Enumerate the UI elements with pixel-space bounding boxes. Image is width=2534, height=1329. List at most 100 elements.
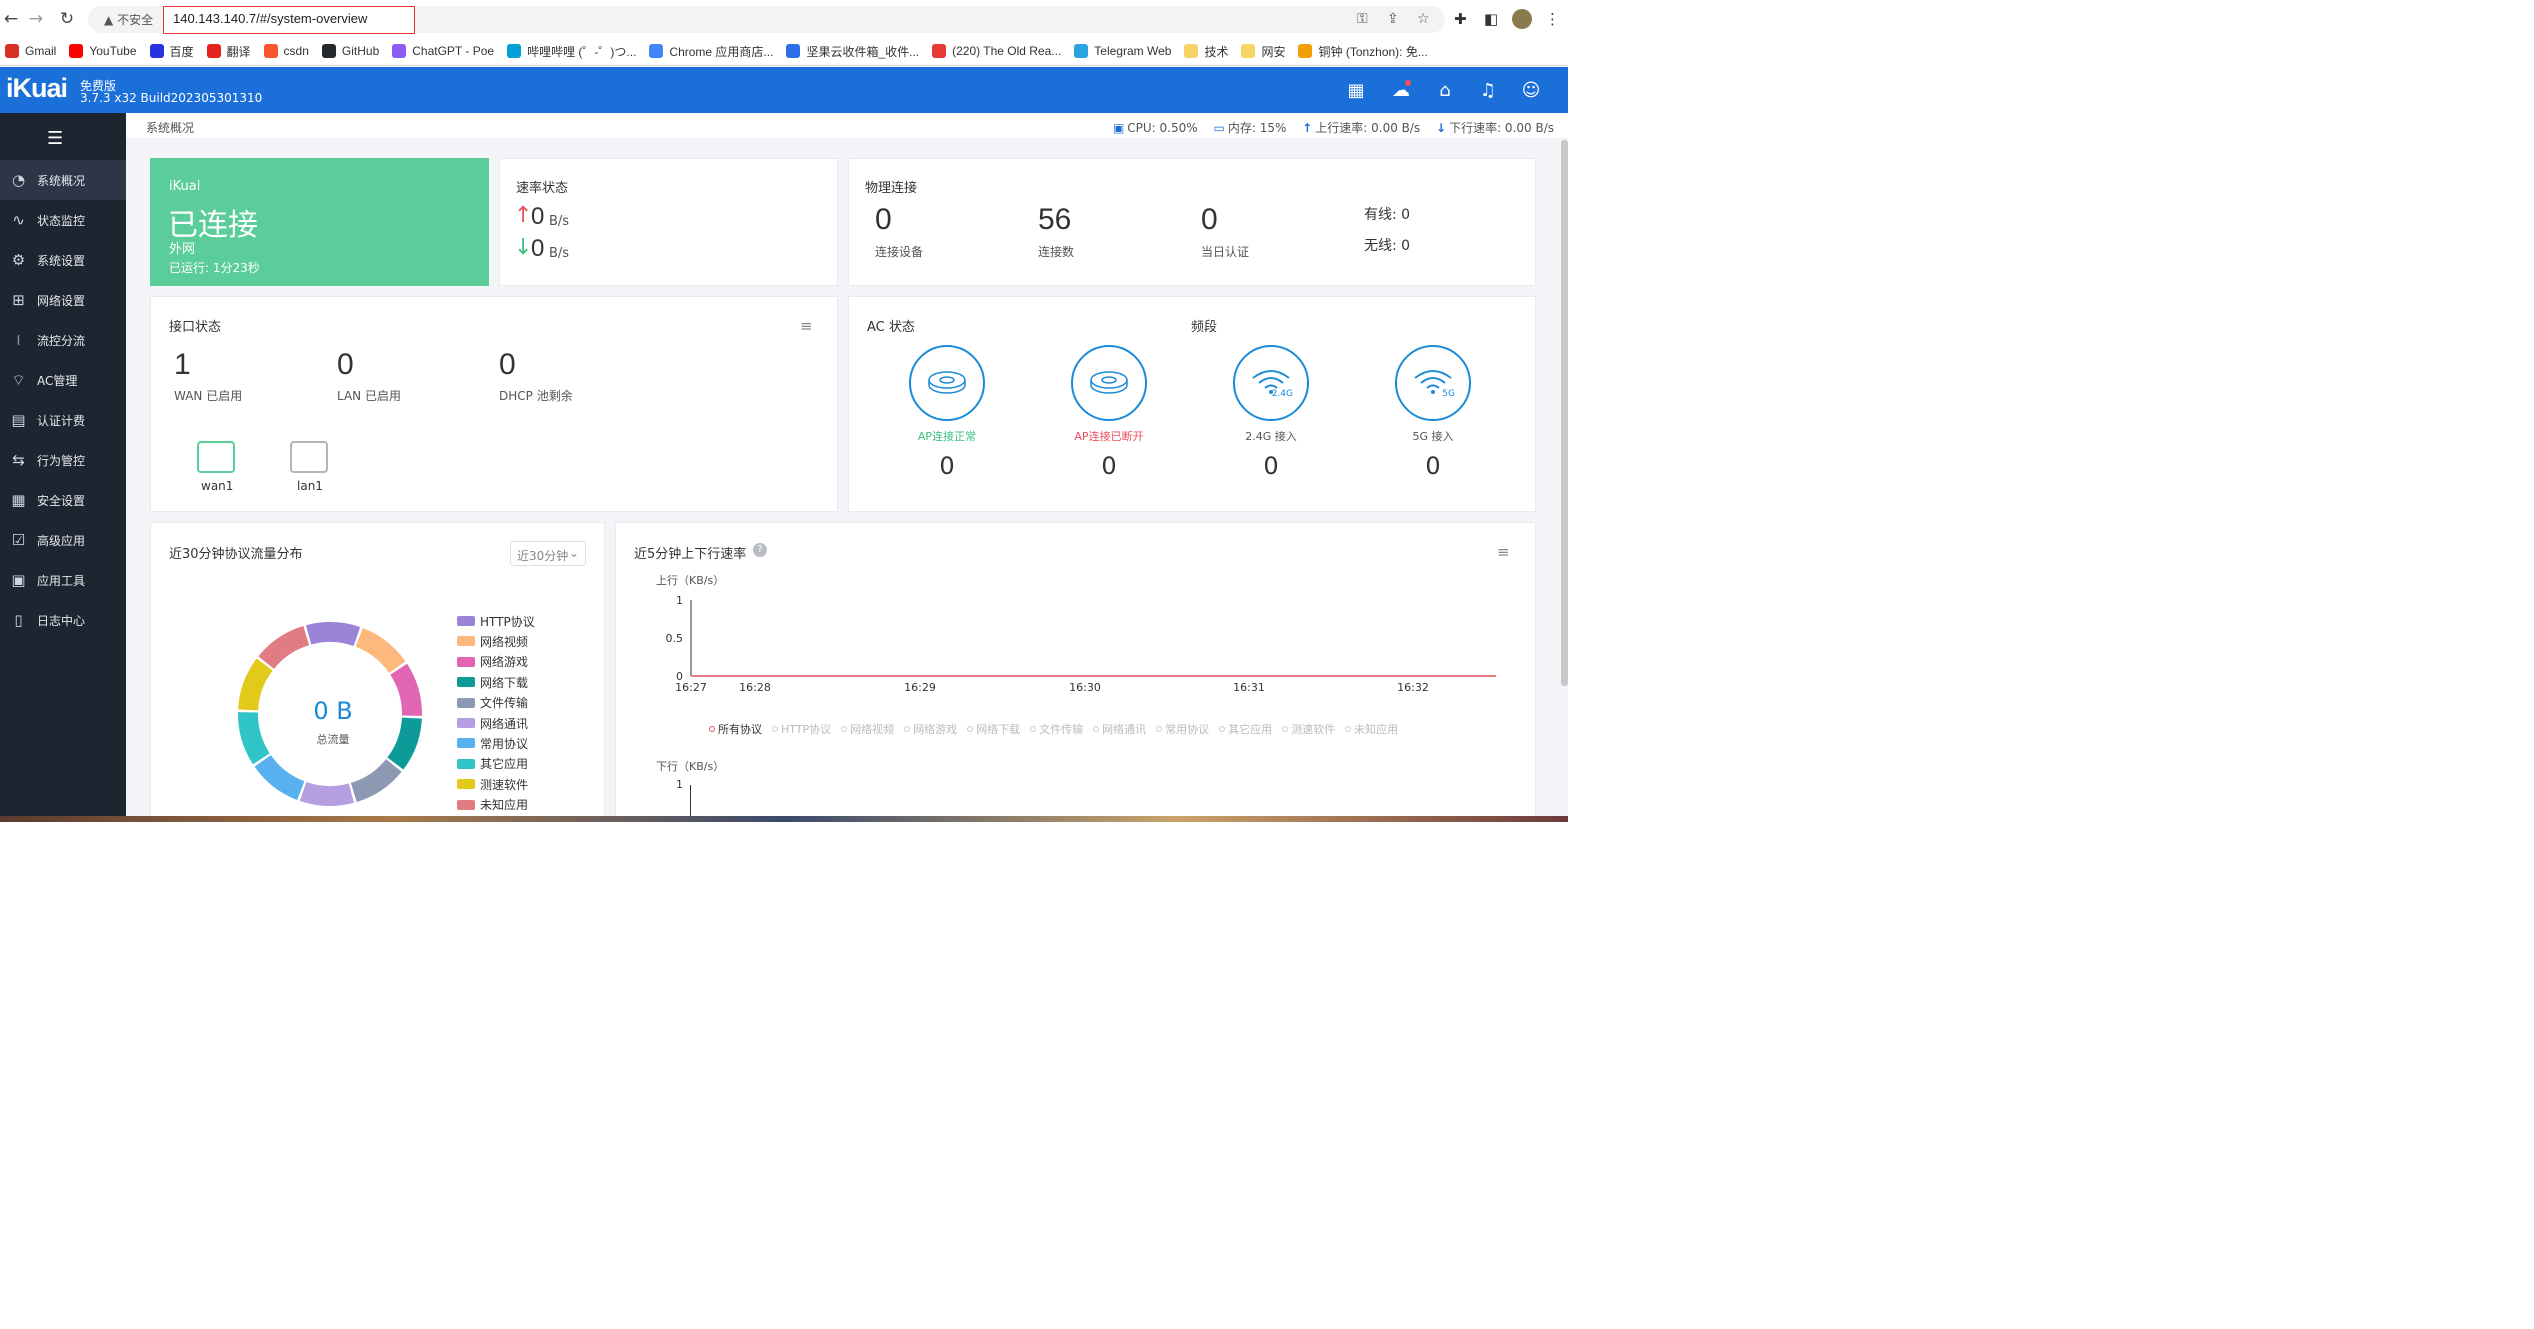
sidebar-item-label: 流控分流 xyxy=(37,333,86,348)
protocol-filter-item[interactable]: 所有协议 xyxy=(709,723,762,736)
legend-item[interactable]: 其它应用 xyxy=(457,754,528,774)
list-icon[interactable]: ≡ xyxy=(800,317,813,335)
wifi-band-icon[interactable]: 5G xyxy=(1395,345,1471,421)
connected-devices-label: 连接设备 xyxy=(875,245,924,259)
sidepanel-icon[interactable]: ◧ xyxy=(1484,10,1498,28)
bookmark-item[interactable]: Chrome 应用商店... xyxy=(649,40,773,62)
protocol-filter-item[interactable]: 文件传输 xyxy=(1030,723,1083,736)
protocol-filter-item[interactable]: 常用协议 xyxy=(1156,723,1209,736)
time-range-select[interactable]: 近30分钟 ⌄ xyxy=(510,541,586,566)
donut-slice[interactable] xyxy=(350,758,402,803)
sidebar-item[interactable]: ⌔ AC管理 xyxy=(0,360,126,400)
bookmark-item[interactable]: Telegram Web xyxy=(1074,40,1171,62)
protocol-filter-item[interactable]: 网络通讯 xyxy=(1093,723,1146,736)
donut-slice[interactable] xyxy=(390,663,422,716)
ethernet-port-icon[interactable] xyxy=(290,441,328,473)
bookmark-item[interactable]: csdn xyxy=(263,40,309,62)
donut-slice[interactable] xyxy=(258,625,310,670)
access-point-icon[interactable] xyxy=(909,345,985,421)
down-axis-label: 下行（KB/s） xyxy=(656,760,725,773)
protocol-filter-item[interactable]: 网络下载 xyxy=(967,723,1020,736)
donut-slice[interactable] xyxy=(299,781,355,806)
donut-slice[interactable] xyxy=(254,754,305,800)
star-icon[interactable]: ☆ xyxy=(1417,11,1430,27)
down-ytick: 1 xyxy=(676,778,683,791)
sidebar-item[interactable]: ▦ 安全设置 xyxy=(0,480,126,520)
access-point-icon[interactable] xyxy=(1071,345,1147,421)
legend-label: 未知应用 xyxy=(480,798,529,813)
bookmark-label: Chrome 应用商店... xyxy=(669,44,774,59)
bookmark-item[interactable]: 技术 xyxy=(1184,40,1228,62)
legend-item[interactable]: 网络下载 xyxy=(457,672,528,692)
bookmark-item[interactable]: (220) The Old Rea... xyxy=(932,40,1061,62)
sidebar-item[interactable]: ▣ 应用工具 xyxy=(0,560,126,600)
extensions-icon[interactable]: ✚ xyxy=(1454,10,1467,28)
legend-item[interactable]: 测速软件 xyxy=(457,774,528,794)
wifi-band-icon[interactable]: 2.4G xyxy=(1233,345,1309,421)
sidebar-item[interactable]: ⧙ 流控分流 xyxy=(0,320,126,360)
profile-avatar[interactable] xyxy=(1512,9,1532,29)
qrcode-icon[interactable]: ▦ xyxy=(1345,80,1367,102)
scrollbar[interactable] xyxy=(1561,140,1568,686)
user-icon[interactable]: ☺ xyxy=(1520,80,1542,102)
help-icon[interactable]: ? xyxy=(753,543,767,557)
sidebar-item[interactable]: ⚙ 系统设置 xyxy=(0,240,126,280)
legend-item[interactable]: 文件传输 xyxy=(457,693,528,713)
bookmark-item[interactable]: 铜钟 (Tonzhon): 免... xyxy=(1298,40,1428,62)
band-badge: 2.4G xyxy=(1271,389,1293,399)
protocol-filter-label: 其它应用 xyxy=(1228,723,1273,736)
sidebar-item[interactable]: ☑ 高级应用 xyxy=(0,520,126,560)
donut-slice[interactable] xyxy=(238,658,273,711)
back-icon[interactable]: ← xyxy=(0,8,22,30)
legend-item[interactable]: 网络通讯 xyxy=(457,713,528,733)
protocol-filter-item[interactable]: 网络视频 xyxy=(841,723,894,736)
logo[interactable]: iKuai xyxy=(6,73,68,104)
cloud-icon[interactable]: ☁ xyxy=(1390,80,1412,102)
more-icon[interactable]: ⋮ xyxy=(1545,10,1560,28)
share-icon[interactable]: ⇪ xyxy=(1387,11,1399,27)
protocol-filter-item[interactable]: HTTP协议 xyxy=(772,723,831,736)
sidebar-item[interactable]: ⇆ 行为管控 xyxy=(0,440,126,480)
insecure-indicator[interactable]: ▲ 不安全 xyxy=(104,11,153,28)
bookmark-item[interactable]: YouTube xyxy=(69,40,137,62)
bookmark-item[interactable]: 翻译 xyxy=(206,40,251,62)
legend-item[interactable]: 未知应用 xyxy=(457,795,528,815)
ethernet-port-icon[interactable] xyxy=(197,441,235,473)
daily-auth-value[interactable]: 0 xyxy=(1201,203,1218,237)
legend-item[interactable]: 常用协议 xyxy=(457,733,528,753)
donut-slice[interactable] xyxy=(355,628,406,674)
sidebar-item[interactable]: ▯ 日志中心 xyxy=(0,600,126,640)
sidebar-item[interactable]: ∿ 状态监控 xyxy=(0,200,126,240)
connections-value[interactable]: 56 xyxy=(1038,203,1071,237)
protocol-filter-item[interactable]: 其它应用 xyxy=(1219,723,1272,736)
protocol-filter-item[interactable]: 未知应用 xyxy=(1345,723,1398,736)
list-icon[interactable]: ≡ xyxy=(1497,543,1510,561)
legend-item[interactable]: 网络视频 xyxy=(457,631,528,651)
legend-item[interactable]: 网络游戏 xyxy=(457,652,528,672)
sidebar-item[interactable]: ◔ 系统概况 xyxy=(0,160,126,200)
bookmark-label: 哔哩哔哩 (゜-゜)つ... xyxy=(527,44,637,59)
bookmark-item[interactable]: ChatGPT - Poe xyxy=(392,40,494,62)
donut-slice[interactable] xyxy=(305,622,361,647)
bookmark-item[interactable]: GitHub xyxy=(321,40,379,62)
donut-slice[interactable] xyxy=(387,717,422,770)
sidebar-item[interactable]: ▤ 认证计费 xyxy=(0,400,126,440)
bookmark-item[interactable]: Gmail xyxy=(5,40,56,62)
connected-devices-value[interactable]: 0 xyxy=(875,203,892,237)
bookmark-item[interactable]: 哔哩哔哩 (゜-゜)つ... xyxy=(507,40,636,62)
menu-toggle-icon[interactable]: ☰ xyxy=(47,128,63,149)
bookmark-item[interactable]: 网安 xyxy=(1241,40,1285,62)
protocol-filter-item[interactable]: 测速软件 xyxy=(1282,723,1335,736)
donut-slice[interactable] xyxy=(238,712,270,765)
legend-item[interactable]: HTTP协议 xyxy=(457,611,535,631)
forward-icon[interactable]: → xyxy=(25,8,47,30)
key-icon[interactable]: ⚿ xyxy=(1357,11,1368,27)
url-text[interactable]: 140.143.140.7/#/system-overview xyxy=(173,11,367,26)
reload-icon[interactable]: ↻ xyxy=(56,8,78,30)
protocol-filter-item[interactable]: 网络游戏 xyxy=(904,723,957,736)
home-icon[interactable]: ⌂ xyxy=(1434,80,1456,102)
bookmark-item[interactable]: 百度 xyxy=(149,40,194,62)
bell-icon[interactable]: ♫ xyxy=(1477,80,1499,102)
sidebar-item[interactable]: ⊞ 网络设置 xyxy=(0,280,126,320)
bookmark-item[interactable]: 坚果云收件箱_收件... xyxy=(786,40,919,62)
